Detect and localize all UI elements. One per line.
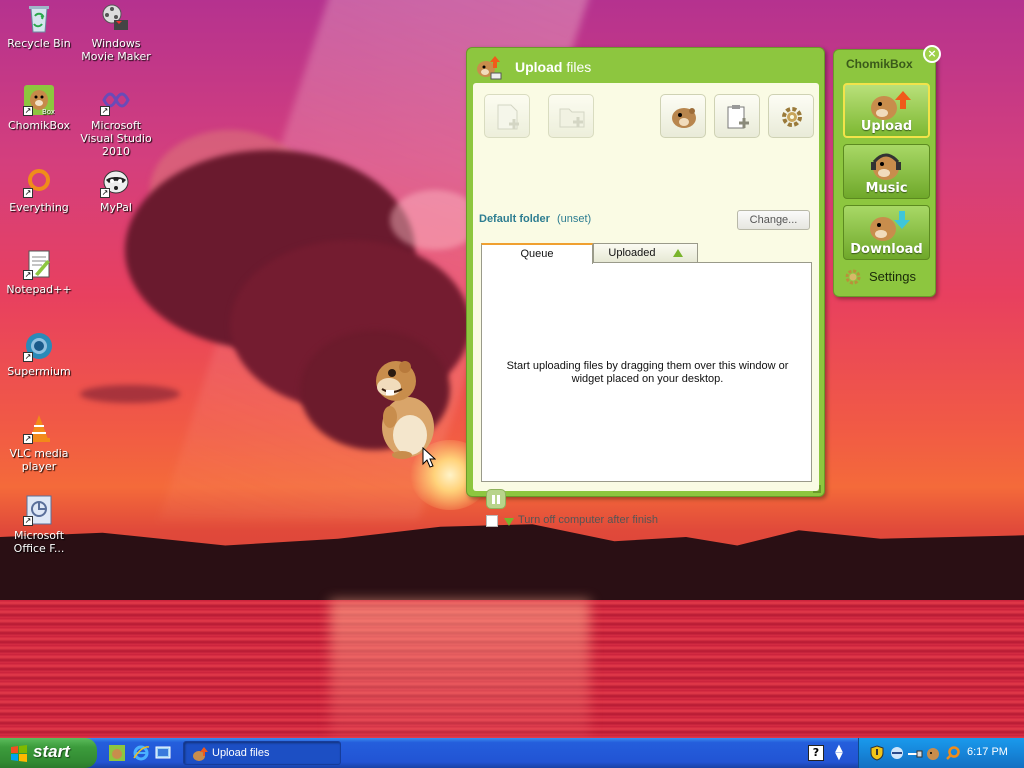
upload-window-body: Default folder (unset) Change... Queue U… bbox=[473, 83, 819, 527]
quicklaunch-show-desktop-icon[interactable] bbox=[154, 744, 172, 762]
desktop-icon-label: VLC media player bbox=[9, 447, 69, 473]
default-folder-value: (unset) bbox=[556, 213, 592, 225]
download-button[interactable]: Download bbox=[843, 205, 930, 260]
pause-icon bbox=[497, 495, 500, 504]
mypal-browser-icon: ↗ bbox=[100, 166, 132, 198]
sort-up-icon bbox=[672, 249, 683, 257]
desktop-icon-visual-studio[interactable]: ↗ Microsoft Visual Studio 2010 bbox=[77, 84, 155, 158]
chevron-down-icon[interactable] bbox=[504, 518, 514, 526]
window-title-rest: files bbox=[566, 59, 592, 75]
tab-label: Queue bbox=[520, 248, 554, 260]
desktop-icon-chomikbox[interactable]: Box ↗ ChomikBox bbox=[0, 84, 78, 132]
water-reflection bbox=[330, 600, 590, 738]
chomikbox-icon: Box ↗ bbox=[23, 84, 55, 116]
tab-uploaded[interactable]: Uploaded bbox=[593, 243, 698, 263]
add-files-button[interactable] bbox=[484, 94, 530, 138]
download-button-label: Download bbox=[850, 242, 923, 257]
supermium-browser-icon: ↗ bbox=[23, 330, 55, 362]
desktop-icon-mypal[interactable]: ↗ MyPal bbox=[77, 166, 155, 214]
queue-list[interactable]: Start uploading files by dragging them o… bbox=[481, 262, 812, 482]
network-icon[interactable] bbox=[907, 745, 923, 761]
visual-studio-icon: ↗ bbox=[100, 84, 132, 116]
chomik-account-button[interactable] bbox=[660, 94, 706, 138]
desktop-icon-movie-maker[interactable]: Windows Movie Maker bbox=[77, 2, 155, 63]
music-hamster-icon bbox=[871, 153, 901, 180]
pause-icon bbox=[492, 495, 495, 504]
turn-off-label: Turn off computer after finish bbox=[518, 514, 659, 526]
svg-text:Box: Box bbox=[42, 108, 55, 116]
hamster-drop-widget[interactable] bbox=[372, 355, 440, 460]
system-tray: 6:17 PM bbox=[858, 738, 1024, 768]
everything-search-icon: ↗ bbox=[23, 166, 55, 198]
desktop-icon-supermium[interactable]: ↗ Supermium bbox=[0, 330, 78, 378]
tab-label: Uploaded bbox=[608, 247, 656, 259]
download-hamster-icon bbox=[870, 211, 910, 241]
tab-queue[interactable]: Queue bbox=[481, 243, 593, 264]
desktop-icon-recycle-bin[interactable]: Recycle Bin bbox=[0, 2, 78, 50]
notepadpp-icon: ↗ bbox=[23, 248, 55, 280]
music-button[interactable]: Music bbox=[843, 144, 930, 199]
start-button[interactable]: start bbox=[0, 738, 97, 768]
quicklaunch-chomikbox-icon[interactable] bbox=[108, 744, 126, 762]
security-shield-icon[interactable] bbox=[869, 745, 885, 761]
windows-flag-icon bbox=[10, 744, 28, 762]
turn-off-checkbox[interactable] bbox=[486, 515, 498, 527]
change-folder-button[interactable]: Change... bbox=[737, 210, 810, 230]
default-folder-row: Default folder (unset) bbox=[479, 213, 591, 225]
vlc-icon: ↗ bbox=[23, 412, 55, 444]
desktop-icon-label: MyPal bbox=[100, 201, 132, 214]
desktop-icon-label: Notepad++ bbox=[6, 283, 72, 296]
desktop-icon-label: Microsoft Office F... bbox=[13, 529, 65, 555]
upload-hamster-icon bbox=[475, 54, 503, 80]
desktop-icon-everything[interactable]: ↗ Everything bbox=[0, 166, 78, 214]
desktop-icon-label: Windows Movie Maker bbox=[81, 37, 151, 63]
empty-queue-message: Start uploading files by dragging them o… bbox=[506, 360, 789, 385]
upload-files-window: Upload files Default folder (unset) Chan… bbox=[466, 47, 825, 527]
desktop-icon-label: Microsoft Visual Studio 2010 bbox=[80, 119, 152, 158]
clock[interactable]: 6:17 PM bbox=[967, 746, 1008, 758]
paste-from-clipboard-button[interactable] bbox=[714, 94, 760, 138]
safely-remove-hardware-icon[interactable] bbox=[889, 745, 905, 761]
movie-maker-icon bbox=[100, 2, 132, 34]
upload-button-label: Upload bbox=[860, 119, 913, 134]
desktop-icon-label: Everything bbox=[9, 201, 69, 214]
language-switch-icon[interactable]: ▲ ▼ bbox=[832, 744, 846, 762]
cloud bbox=[80, 385, 180, 403]
mouse-cursor-icon bbox=[422, 446, 437, 469]
desktop-icon-label: Recycle Bin bbox=[7, 37, 71, 50]
upload-button[interactable]: Upload bbox=[843, 83, 930, 138]
pause-button[interactable] bbox=[486, 489, 506, 509]
music-button-label: Music bbox=[865, 181, 908, 196]
hills-silhouette bbox=[0, 524, 1024, 605]
search-icon[interactable] bbox=[945, 745, 961, 761]
quicklaunch-internet-explorer-icon[interactable] bbox=[132, 744, 150, 762]
chomikbox-widget: ChomikBox × Upload Music Download Settin… bbox=[833, 45, 941, 297]
help-button[interactable]: ? bbox=[808, 745, 824, 761]
chomikbox-tray-icon[interactable] bbox=[925, 745, 941, 761]
upload-hamster-icon bbox=[192, 746, 208, 762]
desktop-icon-label: Supermium bbox=[7, 365, 71, 378]
upload-window-titlebar[interactable]: Upload files bbox=[467, 48, 824, 82]
default-folder-label: Default folder bbox=[479, 213, 550, 225]
taskbar-item-upload-files[interactable]: Upload files bbox=[183, 741, 341, 765]
widget-title: ChomikBox bbox=[846, 57, 913, 71]
gear-icon bbox=[844, 268, 862, 286]
window-title: Upload files bbox=[515, 59, 591, 75]
add-folder-button[interactable] bbox=[548, 94, 594, 138]
desktop-icon-vlc[interactable]: ↗ VLC media player bbox=[0, 412, 78, 473]
close-widget-button[interactable]: × bbox=[923, 45, 941, 63]
start-label: start bbox=[33, 742, 70, 761]
desktop-icon-notepadpp[interactable]: ↗ Notepad++ bbox=[0, 248, 78, 296]
settings-label: Settings bbox=[869, 269, 916, 284]
window-title-bold: Upload bbox=[515, 59, 563, 75]
taskbar-item-label: Upload files bbox=[212, 747, 270, 759]
taskbar: start Upload files ? ▲ ▼ 6:17 PM bbox=[0, 738, 1024, 768]
resize-grip[interactable] bbox=[813, 485, 821, 493]
desktop-icon-label: ChomikBox bbox=[8, 119, 70, 132]
upload-settings-button[interactable] bbox=[768, 94, 814, 138]
office-file-icon: ↗ bbox=[23, 494, 55, 526]
desktop-icon-office-file[interactable]: ↗ Microsoft Office F... bbox=[0, 494, 78, 555]
recycle-bin-icon bbox=[23, 2, 55, 34]
